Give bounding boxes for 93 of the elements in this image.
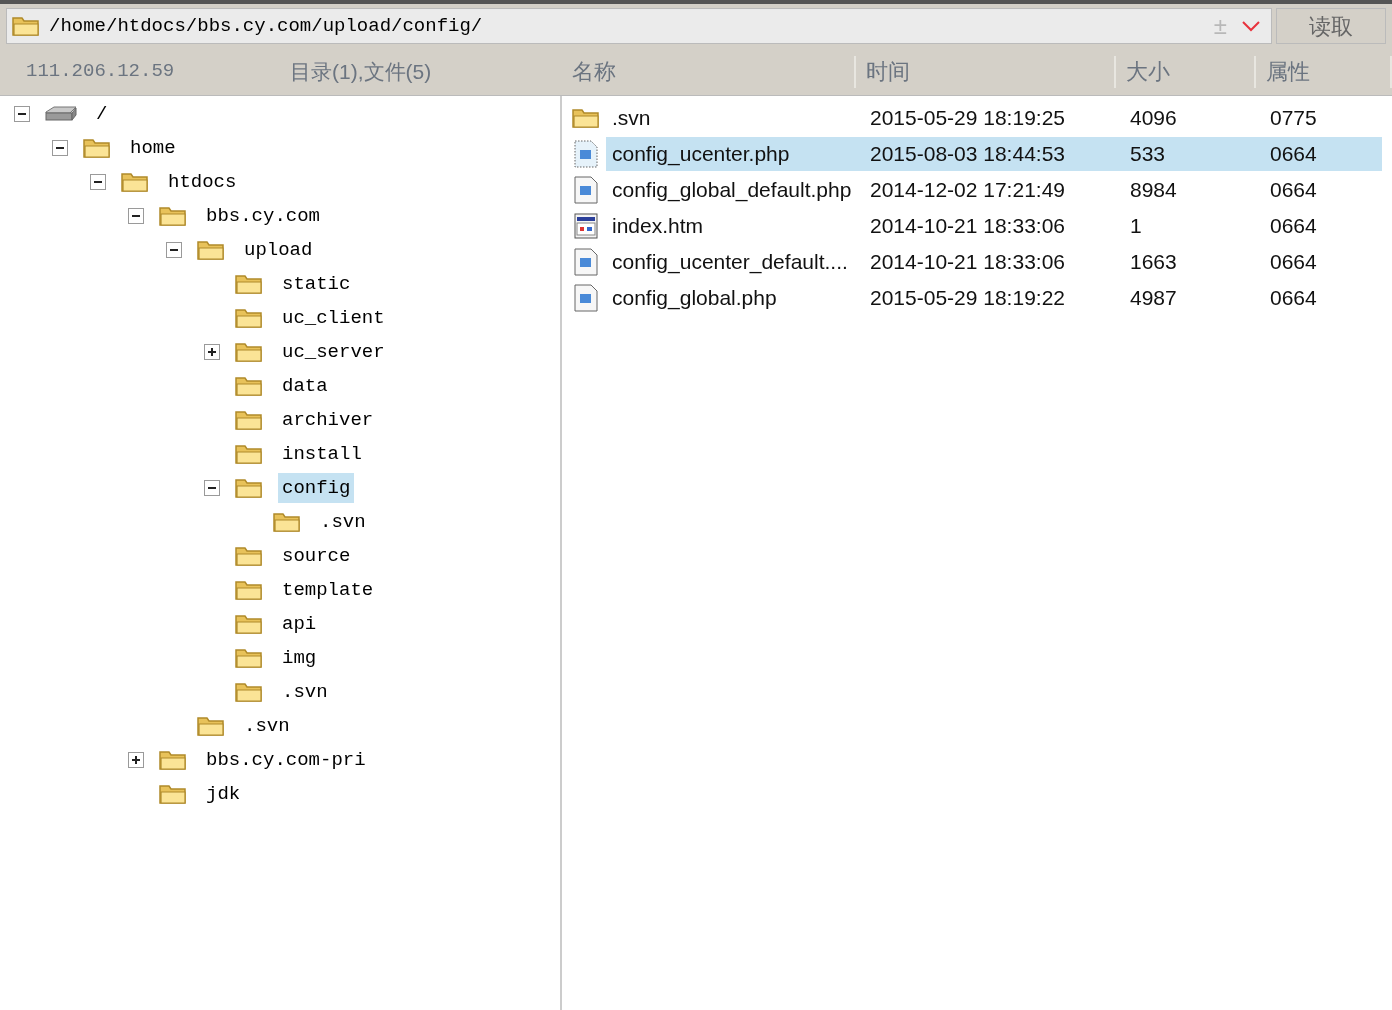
folder-icon [234,544,264,568]
folder-icon [158,204,188,228]
tree-item[interactable]: api [278,609,321,639]
modified-time: 2014-12-02 17:21:49 [869,177,1066,204]
folder-icon [234,578,264,602]
path-field[interactable]: /home/htdocs/bbs.cy.com/upload/config/ ± [6,8,1272,44]
file-size: 533 [1129,141,1167,168]
folder-icon [82,136,112,160]
collapse-toggle[interactable] [90,174,106,190]
folder-icon [234,306,264,330]
modified-time: 2015-05-29 18:19:25 [869,105,1066,132]
path-text: /home/htdocs/bbs.cy.com/upload/config/ [49,13,484,39]
expand-toggle[interactable] [128,752,144,768]
modified-time: 2015-08-03 18:44:53 [869,141,1066,168]
file-size: 1 [1129,213,1143,240]
tree-item[interactable]: bbs.cy.com-pri [202,745,370,775]
file-name: config_ucenter_default.... [611,249,849,276]
drive-icon [44,104,78,124]
tree-item[interactable]: jdk [202,779,245,809]
tree-item[interactable]: .svn [240,711,294,741]
folder-icon [158,748,188,772]
file-row[interactable]: config_ucenter_default.... 2014-10-21 18:33:06 1663 0664 [606,245,1382,279]
collapse-toggle[interactable] [14,106,30,122]
read-button[interactable]: 读取 [1276,8,1386,44]
file-permissions: 0775 [1269,105,1317,132]
file-size: 4096 [1129,105,1178,132]
tree-item[interactable]: htdocs [164,167,241,197]
file-name: config_global.php [611,285,778,312]
tree-item[interactable]: static [278,269,355,299]
tree-item[interactable]: img [278,643,321,673]
modified-time: 2014-10-21 18:33:06 [869,249,1066,276]
folder-icon [120,170,150,194]
tree-item[interactable]: data [278,371,332,401]
modified-time: 2015-05-29 18:19:22 [869,285,1066,312]
file-name: config_global_default.php [611,177,853,204]
expand-toggle[interactable] [204,344,220,360]
file-name: .svn [611,105,652,132]
tree-item[interactable]: uc_client [278,303,389,333]
file-row[interactable]: config_global.php 2015-05-29 18:19:22 4987 0664 [606,281,1382,315]
folder-icon [196,714,226,738]
tree-item[interactable]: bbs.cy.com [202,201,325,231]
folder-icon [158,782,188,806]
file-permissions: 0664 [1269,249,1317,276]
tree-item[interactable]: home [126,133,180,163]
folder-icon [234,272,264,296]
tree-item[interactable]: .svn [278,677,332,707]
tree-item[interactable]: upload [240,235,317,265]
file-row[interactable]: config_global_default.php 2014-12-02 17:21:49 8984 0664 [606,173,1382,207]
file-size: 4987 [1129,285,1178,312]
file-size: 1663 [1129,249,1178,276]
folder-icon [196,238,226,262]
document-icon [573,175,599,205]
folder-icon [234,612,264,636]
folder-icon [234,408,264,432]
tree-item[interactable]: config [278,473,355,503]
file-size: 8984 [1129,177,1178,204]
host-address: 111.206.12.59 [25,59,176,85]
folder-icon [11,14,41,38]
file-permissions: 0664 [1269,213,1317,240]
collapse-toggle[interactable] [166,242,182,258]
document-icon [573,283,599,313]
folder-icon [234,442,264,466]
file-row[interactable]: .svn 2015-05-29 18:19:25 4096 0775 [606,101,1382,135]
folder-icon [234,680,264,704]
chevron-down-icon[interactable] [1241,20,1261,32]
folder-icon [234,340,264,364]
file-permissions: 0664 [1269,141,1317,168]
tree-item[interactable]: uc_server [278,337,389,367]
collapse-toggle[interactable] [52,140,68,156]
file-row[interactable]: index.htm 2014-10-21 18:33:06 1 0664 [606,209,1382,243]
tree-item[interactable]: archiver [278,405,378,435]
collapse-toggle[interactable] [204,480,220,496]
folder-icon [234,374,264,398]
collapse-toggle[interactable] [128,208,144,224]
tree-item[interactable]: .svn [316,507,370,537]
file-name: config_ucenter.php [611,141,791,168]
tree-item[interactable]: install [278,439,366,469]
tree-item[interactable]: / [92,99,112,129]
tree-item[interactable]: template [278,575,378,605]
folder-icon [234,646,264,670]
document-icon [573,139,599,169]
modified-time: 2014-10-21 18:33:06 [869,213,1066,240]
file-name: index.htm [611,213,705,240]
file-row[interactable]: config_ucenter.php 2015-08-03 18:44:53 533 0664 [606,137,1382,171]
folder-icon [272,510,302,534]
document-icon [573,247,599,277]
tree-item[interactable]: source [278,541,355,571]
folder-icon [234,476,264,500]
file-permissions: 0664 [1269,285,1317,312]
web-page-icon [573,212,599,240]
item-count: 目录(1),文件(5) [290,58,432,85]
folder-icon [571,106,601,130]
file-permissions: 0664 [1269,177,1317,204]
